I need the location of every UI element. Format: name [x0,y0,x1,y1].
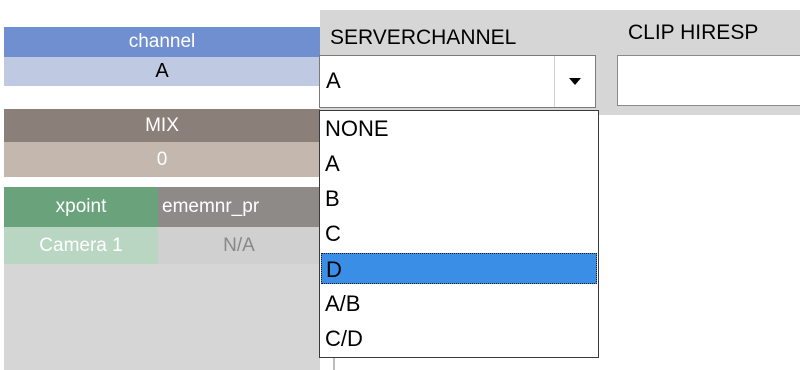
dropdown-button[interactable] [554,56,595,107]
serverchannel-dropdown-list: NONE A B C D A/B C/D [319,110,599,358]
option-a[interactable]: A [321,148,597,179]
option-b[interactable]: B [321,183,597,214]
xpoint-value: Camera 1 [4,227,158,264]
mix-header: MIX [4,109,320,142]
channel-info-panel: channel A MIX 0 xpoint ememnr_pr Camera … [4,0,320,370]
ememnr-header: ememnr_pr [158,187,320,227]
ememnr-value: N/A [158,227,320,264]
chevron-down-icon [569,78,581,85]
option-d[interactable]: D [321,253,597,284]
serverchannel-combobox[interactable]: A [319,55,596,108]
xpoint-header: xpoint [4,187,158,227]
clip-hires-field[interactable] [617,55,800,106]
channel-header: channel [4,27,320,57]
option-a-b[interactable]: A/B [321,288,597,319]
option-none[interactable]: NONE [321,113,597,144]
option-c-d[interactable]: C/D [321,323,597,354]
empty-area [4,264,320,370]
clip-hires-column-header: CLIP HIRESP [628,21,759,44]
left-gap [4,177,320,187]
screen: channel A MIX 0 xpoint ememnr_pr Camera … [0,0,800,370]
option-c[interactable]: C [321,218,597,249]
mix-value: 0 [4,142,320,177]
serverchannel-column-header: SERVERCHANNEL [330,26,517,49]
channel-value: A [4,57,320,86]
serverchannel-selected-value: A [326,68,341,93]
left-gap [4,86,320,109]
